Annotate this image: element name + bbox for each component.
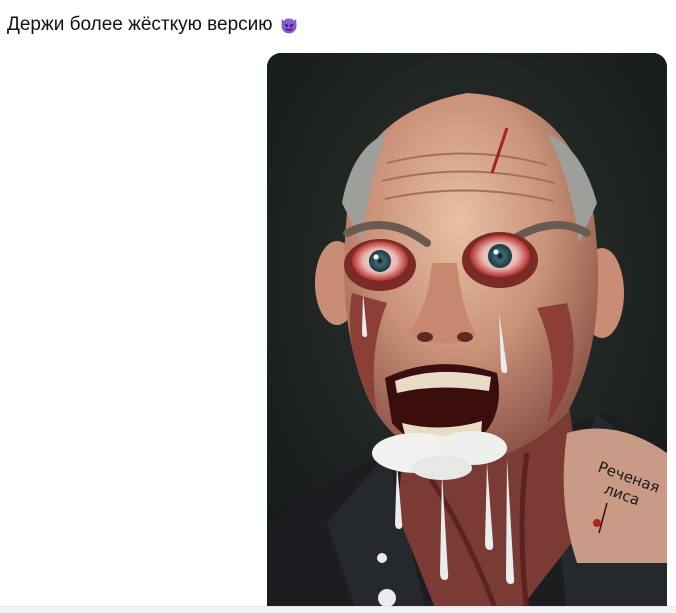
chat-image-attachment[interactable]: Реченая лиса — [267, 53, 667, 613]
message-text-label: Держи более жёсткую версию — [7, 14, 273, 35]
chat-message-text: Держи более жёсткую версию — [7, 13, 299, 37]
smiling-face-with-horns-icon — [279, 15, 299, 35]
portrait-illustration: Реченая лиса — [267, 53, 667, 613]
